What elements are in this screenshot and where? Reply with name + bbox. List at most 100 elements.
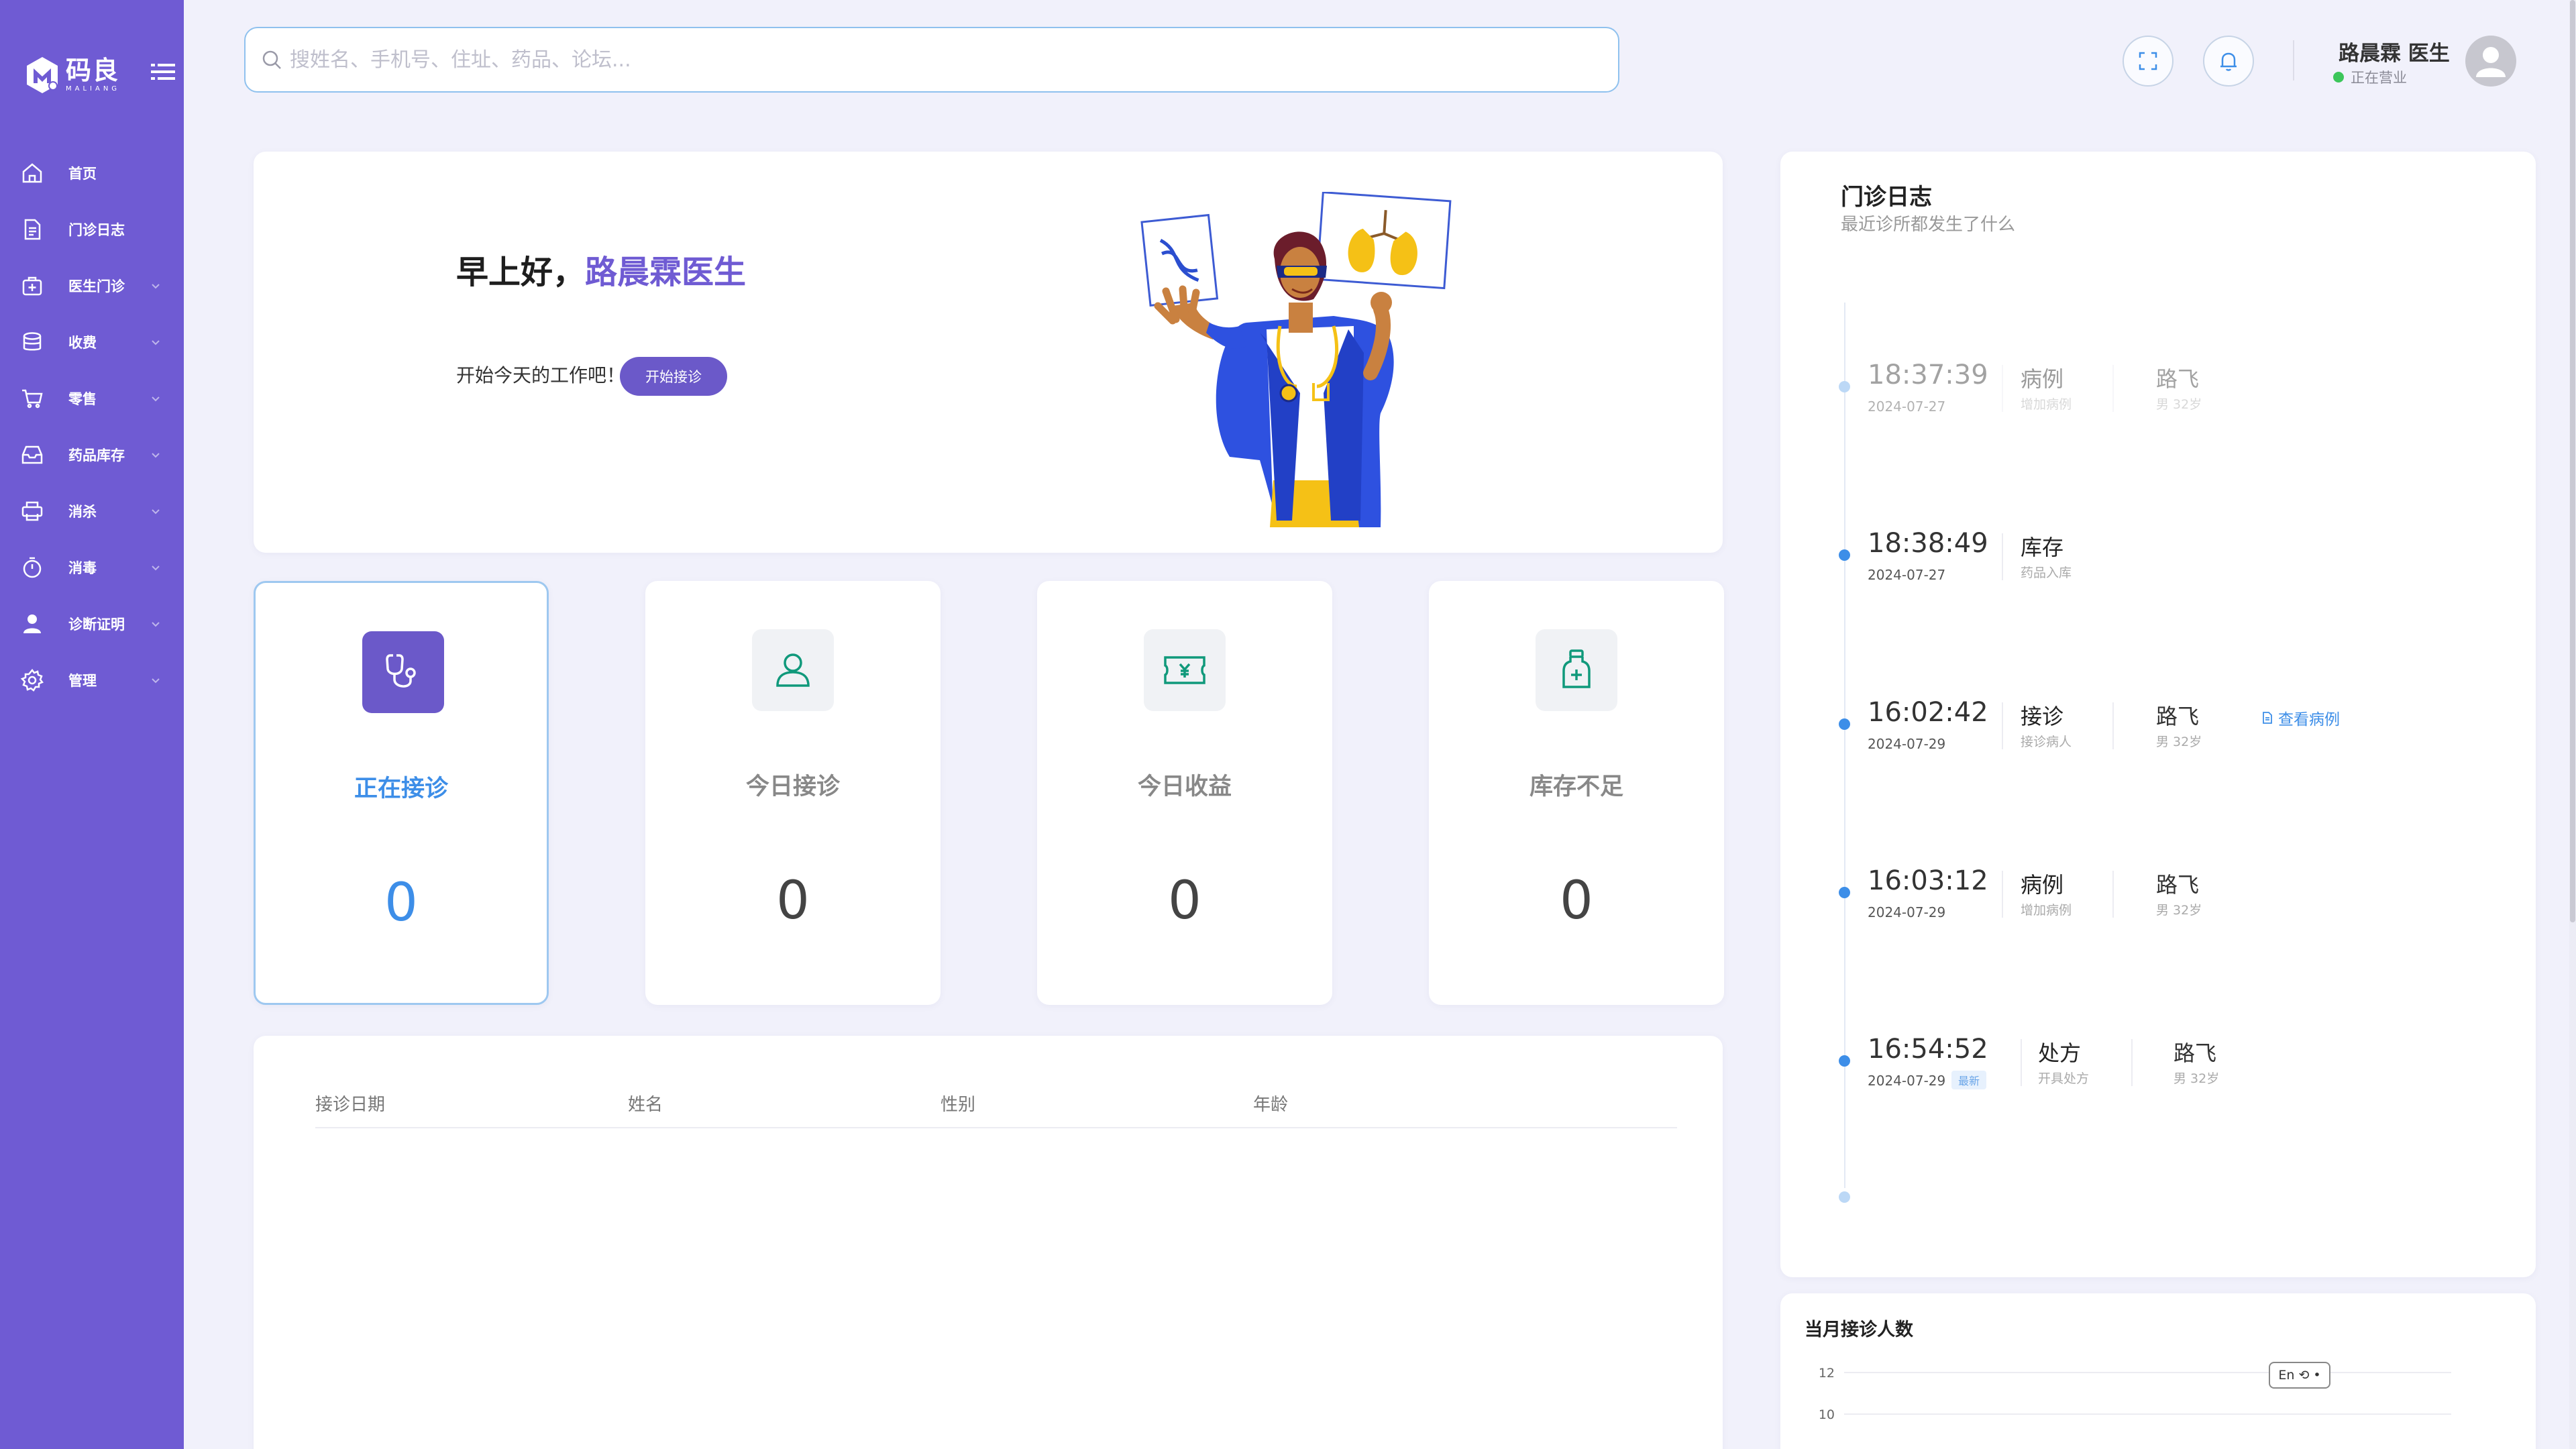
stat-icon-box bbox=[1144, 629, 1226, 711]
y-tick-label: 10 bbox=[1819, 1407, 1835, 1422]
divider bbox=[2112, 365, 2114, 412]
timeline-entry: 16:03:12 2024-07-29 病例 增加病例 路飞 男 32岁 bbox=[1868, 865, 2471, 946]
document-icon bbox=[2263, 712, 2272, 724]
timeline-entry: 18:38:49 2024-07-27 库存 药品入库 bbox=[1868, 528, 2471, 608]
stat-card-today-revenue[interactable]: 今日收益 0 bbox=[1037, 581, 1332, 1005]
sidebar-item-retail[interactable]: 零售 bbox=[0, 370, 184, 427]
divider bbox=[2002, 702, 2003, 749]
divider bbox=[2112, 702, 2114, 749]
sidebar-item-clinic-log[interactable]: 门诊日志 bbox=[0, 201, 184, 258]
stat-card-today-consultations[interactable]: 今日接诊 0 bbox=[645, 581, 941, 1005]
sidebar-item-home[interactable]: 首页 bbox=[0, 145, 184, 201]
avatar-user-icon bbox=[2476, 47, 2506, 77]
column-header-age[interactable]: 年龄 bbox=[1253, 1091, 1566, 1127]
latest-badge: 最新 bbox=[1951, 1071, 1987, 1089]
entry-date: 2024-07-29 bbox=[1868, 1073, 1946, 1089]
column-header-name[interactable]: 姓名 bbox=[628, 1091, 941, 1127]
sidebar-item-management[interactable]: 管理 bbox=[0, 652, 184, 708]
entry-patient: 路飞 bbox=[2174, 1040, 2217, 1066]
timeline-dot bbox=[1839, 887, 1850, 898]
sidebar-item-label: 消杀 bbox=[68, 504, 97, 520]
clinic-log-subtitle: 最近诊所都发生了什么 bbox=[1841, 215, 2016, 235]
monthly-visits-chart: 当月接诊人数 12 10 En ⟲ • bbox=[1780, 1293, 2536, 1449]
status-dot-icon bbox=[2333, 72, 2344, 83]
sidebar-item-disinfestation[interactable]: 消杀 bbox=[0, 483, 184, 539]
notification-button[interactable] bbox=[2203, 36, 2254, 87]
entry-event-detail: 开具处方 bbox=[2038, 1071, 2090, 1086]
entry-patient: 路飞 bbox=[2156, 872, 2200, 898]
clinic-log-card: 门诊日志 最近诊所都发生了什么 18:37:39 2024-07-27 病例 增… bbox=[1780, 152, 2536, 1277]
database-icon bbox=[23, 332, 42, 351]
gear-icon bbox=[20, 668, 44, 692]
printer-icon bbox=[21, 501, 43, 521]
language-label: En bbox=[2278, 1368, 2295, 1383]
brand-name: 码良 bbox=[66, 56, 120, 85]
entry-time: 16:54:52 bbox=[1868, 1034, 1988, 1065]
chevron-down-icon bbox=[152, 284, 160, 289]
search-bar[interactable] bbox=[244, 27, 1619, 93]
column-header-gender[interactable]: 性别 bbox=[941, 1091, 1253, 1127]
document-icon bbox=[24, 219, 41, 240]
menu-toggle-icon[interactable] bbox=[151, 62, 175, 82]
user-name[interactable]: 路晨霖 医生 bbox=[2339, 36, 2450, 66]
stat-label: 库存不足 bbox=[1529, 773, 1623, 800]
stat-icon-box bbox=[752, 629, 834, 711]
sidebar-item-label: 门诊日志 bbox=[68, 222, 125, 238]
divider bbox=[2131, 1039, 2133, 1086]
greeting-subtext: 开始今天的工作吧！ bbox=[456, 364, 626, 386]
welcome-card: 早上好，路晨霖医生 开始今天的工作吧！ 开始接诊 bbox=[254, 152, 1723, 553]
sidebar-item-diagnosis-certificate[interactable]: 诊断证明 bbox=[0, 596, 184, 652]
clinic-log-title: 门诊日志 bbox=[1841, 184, 1932, 211]
entry-patient: 路飞 bbox=[2156, 704, 2200, 729]
entry-patient-detail: 男 32岁 bbox=[2156, 397, 2202, 412]
refresh-icon: ⟲ • bbox=[2294, 1368, 2321, 1383]
entry-patient: 路飞 bbox=[2156, 366, 2200, 392]
sidebar-item-disinfection[interactable]: 消毒 bbox=[0, 539, 184, 596]
divider bbox=[2293, 40, 2294, 80]
sidebar-item-label: 药品库存 bbox=[68, 447, 125, 464]
column-header-date[interactable]: 接诊日期 bbox=[315, 1091, 628, 1127]
entry-time: 18:38:49 bbox=[1868, 528, 1988, 559]
entry-patient-detail: 男 32岁 bbox=[2156, 735, 2202, 749]
greeting-name: 路晨霖医生 bbox=[585, 254, 747, 291]
logo[interactable]: 码良 MALIANG bbox=[24, 55, 120, 95]
entry-event: 病例 bbox=[2021, 872, 2064, 898]
sidebar-item-doctor-clinic[interactable]: 医生门诊 bbox=[0, 258, 184, 314]
timeline-entry: 16:54:52 2024-07-29 最新 处方 开具处方 路飞 男 32岁 bbox=[1868, 1034, 2471, 1114]
medical-bag-icon bbox=[22, 276, 42, 296]
language-toggle-chip[interactable]: En ⟲ • bbox=[2269, 1362, 2330, 1389]
timeline-dot bbox=[1839, 381, 1850, 392]
divider bbox=[2112, 871, 2114, 918]
stat-label: 今日接诊 bbox=[745, 773, 840, 800]
sidebar-item-drug-inventory[interactable]: 药品库存 bbox=[0, 427, 184, 483]
chevron-down-icon bbox=[152, 453, 160, 458]
sidebar-item-label: 收费 bbox=[68, 335, 97, 351]
search-input[interactable] bbox=[290, 33, 1618, 87]
maliang-logo-icon bbox=[27, 57, 58, 93]
start-consultation-button[interactable]: 开始接诊 bbox=[620, 357, 727, 396]
chevron-down-icon bbox=[152, 340, 160, 345]
timeline-dot bbox=[1839, 549, 1850, 561]
stat-card-low-stock[interactable]: 库存不足 0 bbox=[1429, 581, 1724, 1005]
timeline-entry: 18:37:39 2024-07-27 病例 增加病例 路飞 男 32岁 bbox=[1868, 360, 2471, 440]
scrollbar-thumb[interactable] bbox=[2570, 0, 2575, 922]
entry-event: 接诊 bbox=[2021, 704, 2064, 729]
divider bbox=[2002, 365, 2003, 412]
chevron-down-icon bbox=[152, 396, 160, 402]
fullscreen-button[interactable] bbox=[2123, 36, 2174, 87]
divider bbox=[2002, 533, 2003, 580]
entry-date: 2024-07-27 bbox=[1868, 398, 1946, 415]
timer-icon bbox=[23, 557, 42, 578]
entry-event-detail: 增加病例 bbox=[2021, 397, 2072, 412]
stat-value: 0 bbox=[776, 871, 810, 931]
avatar[interactable] bbox=[2465, 36, 2516, 87]
home-icon bbox=[22, 163, 42, 183]
entry-time: 16:03:12 bbox=[1868, 865, 1988, 896]
view-case-link[interactable]: 查看病例 bbox=[2261, 706, 2340, 729]
sidebar-item-billing[interactable]: 收费 bbox=[0, 314, 184, 370]
entry-patient-detail: 男 32岁 bbox=[2156, 903, 2202, 918]
greeting: 早上好，路晨霖医生 bbox=[456, 246, 746, 292]
stat-value: 0 bbox=[384, 873, 418, 933]
table-header: 接诊日期 姓名 性别 年龄 bbox=[315, 1091, 1677, 1128]
stat-card-in-consultation[interactable]: 正在接诊 0 bbox=[254, 581, 549, 1005]
